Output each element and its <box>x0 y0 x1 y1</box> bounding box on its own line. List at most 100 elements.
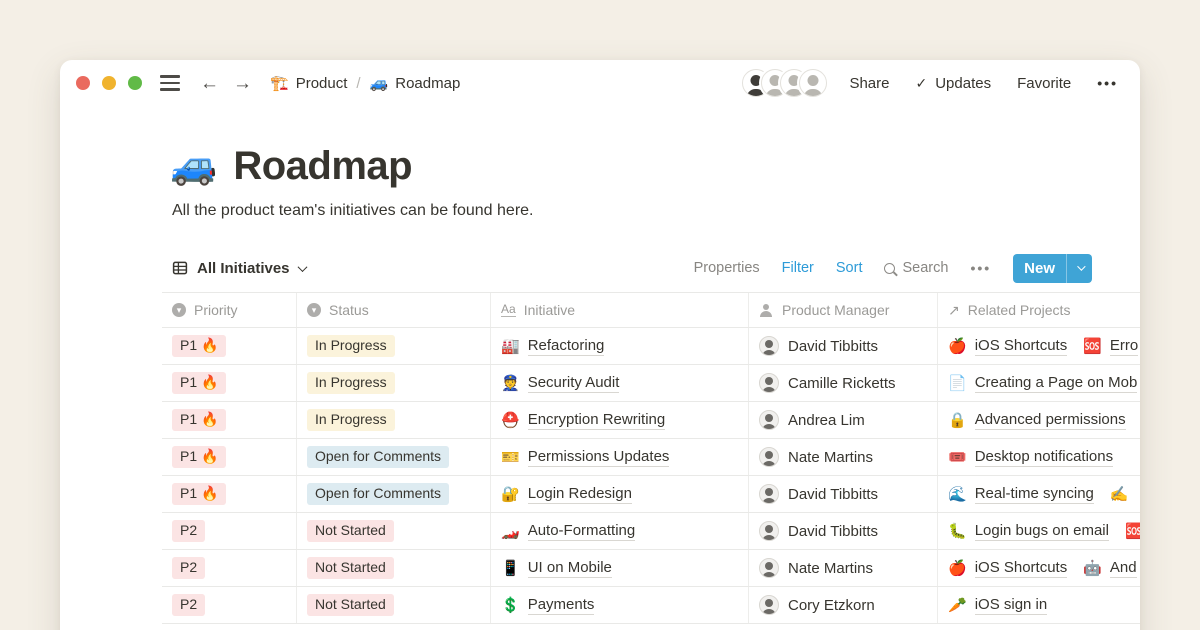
status-cell[interactable]: Not Started <box>297 587 491 623</box>
related-project-link[interactable]: 🆘Erro <box>1083 337 1138 356</box>
new-button[interactable]: New <box>1013 254 1092 283</box>
priority-cell[interactable]: P1 🔥 <box>162 365 297 401</box>
initiative-cell[interactable]: ⛑️Encryption Rewriting <box>491 402 749 438</box>
related-projects-cell[interactable]: 🌊Real-time syncing ✍️ <box>938 476 1140 512</box>
table-row: P1 🔥 In Progress 🏭Refactoring David Tibb… <box>162 328 1140 365</box>
share-button[interactable]: Share <box>849 75 889 92</box>
more-options-icon[interactable]: ••• <box>1097 75 1118 91</box>
back-arrow-icon[interactable]: ← <box>200 74 219 93</box>
status-cell[interactable]: Open for Comments <box>297 476 491 512</box>
related-project-link[interactable]: 🆘 <box>1125 522 1140 540</box>
priority-cell[interactable]: P2 <box>162 550 297 586</box>
priority-tag: P1 🔥 <box>172 409 226 432</box>
writing-hand-emoji: ✍️ <box>1110 485 1129 503</box>
priority-cell[interactable]: P1 🔥 <box>162 476 297 512</box>
toolbar-more-icon[interactable]: ••• <box>970 260 991 276</box>
hamburger-menu-icon[interactable] <box>160 75 180 90</box>
sos-emoji: 🆘 <box>1083 337 1102 355</box>
related-projects-cell[interactable]: 🎟️Desktop notifications <box>938 439 1140 475</box>
avatar <box>759 558 779 578</box>
close-window-button[interactable] <box>76 76 90 90</box>
initiative-link[interactable]: Login Redesign <box>528 485 632 504</box>
product-manager-cell[interactable]: Nate Martins <box>749 439 938 475</box>
related-project-link[interactable]: 🎟️Desktop notifications <box>948 448 1113 467</box>
updates-button[interactable]: ✓ Updates <box>915 75 991 92</box>
priority-cell[interactable]: P1 🔥 <box>162 439 297 475</box>
related-project-link[interactable]: 🍎iOS Shortcuts <box>948 337 1067 356</box>
related-project-link[interactable]: ✍️ <box>1110 485 1137 503</box>
new-button-dropdown[interactable] <box>1066 254 1092 283</box>
status-cell[interactable]: Open for Comments <box>297 439 491 475</box>
initiative-link[interactable]: Permissions Updates <box>528 448 670 467</box>
column-header-status[interactable]: ▾ Status <box>297 293 491 327</box>
initiative-cell[interactable]: 🔐Login Redesign <box>491 476 749 512</box>
initiative-link[interactable]: Security Audit <box>528 374 620 393</box>
related-project-link[interactable]: 🤖And <box>1083 559 1136 578</box>
column-header-initiative[interactable]: Aa Initiative <box>491 293 749 327</box>
product-manager-cell[interactable]: Cory Etzkorn <box>749 587 938 623</box>
related-project-label: Advanced permissions <box>975 411 1126 430</box>
product-manager-cell[interactable]: David Tibbitts <box>749 513 938 549</box>
related-project-link[interactable]: 🔒Advanced permissions <box>948 411 1126 430</box>
initiative-cell[interactable]: 🏎️Auto-Formatting <box>491 513 749 549</box>
priority-cell[interactable]: P2 <box>162 513 297 549</box>
initiative-cell[interactable]: 📱UI on Mobile <box>491 550 749 586</box>
related-projects-cell[interactable]: 🐛Login bugs on email 🆘 <box>938 513 1140 549</box>
product-manager-cell[interactable]: Nate Martins <box>749 550 938 586</box>
sort-button[interactable]: Sort <box>836 260 863 276</box>
related-project-link[interactable]: 🐛Login bugs on email <box>948 522 1109 541</box>
initiative-link[interactable]: UI on Mobile <box>528 559 612 578</box>
initiative-cell[interactable]: 💲Payments <box>491 587 749 623</box>
initiative-link[interactable]: Encryption Rewriting <box>528 411 666 430</box>
initiative-link[interactable]: Auto-Formatting <box>528 522 636 541</box>
related-project-link[interactable]: 📄Creating a Page on Mob <box>948 374 1137 393</box>
status-cell[interactable]: In Progress <box>297 402 491 438</box>
page-title[interactable]: Roadmap <box>233 142 412 190</box>
related-project-link[interactable]: 🌊Real-time syncing <box>948 485 1094 504</box>
initiative-link[interactable]: Refactoring <box>528 337 605 356</box>
view-switcher[interactable]: All Initiatives <box>172 260 306 277</box>
priority-cell[interactable]: P1 🔥 <box>162 402 297 438</box>
priority-cell[interactable]: P1 🔥 <box>162 328 297 364</box>
related-projects-cell[interactable]: 🍎iOS Shortcuts 🤖And <box>938 550 1140 586</box>
breadcrumb-item-roadmap[interactable]: 🚙 Roadmap <box>370 74 461 92</box>
product-manager-cell[interactable]: David Tibbitts <box>749 476 938 512</box>
related-project-link[interactable]: 🥕iOS sign in <box>948 596 1047 615</box>
product-manager-cell[interactable]: David Tibbitts <box>749 328 938 364</box>
page-icon-car-emoji[interactable]: 🚙 <box>170 147 217 185</box>
search-button[interactable]: Search <box>884 260 948 276</box>
zoom-window-button[interactable] <box>128 76 142 90</box>
forward-arrow-icon[interactable]: → <box>233 74 252 93</box>
initiative-cell[interactable]: 🎫Permissions Updates <box>491 439 749 475</box>
related-projects-cell[interactable]: 🍎iOS Shortcuts 🆘Erro <box>938 328 1140 364</box>
properties-button[interactable]: Properties <box>694 260 760 276</box>
filter-button[interactable]: Filter <box>782 260 814 276</box>
column-header-product-manager[interactable]: Product Manager <box>749 293 938 327</box>
related-project-link[interactable]: 🍎iOS Shortcuts <box>948 559 1067 578</box>
related-projects-cell[interactable]: 📄Creating a Page on Mob <box>938 365 1140 401</box>
breadcrumb: 🏗️ Product / 🚙 Roadmap <box>270 74 460 92</box>
priority-cell[interactable]: P2 <box>162 587 297 623</box>
favorite-button[interactable]: Favorite <box>1017 75 1071 92</box>
avatar <box>759 410 779 430</box>
breadcrumb-item-product[interactable]: 🏗️ Product <box>270 74 347 92</box>
column-header-related-projects[interactable]: ↗ Related Projects <box>938 293 1140 327</box>
related-projects-cell[interactable]: 🥕iOS sign in <box>938 587 1140 623</box>
viewer-avatars[interactable] <box>742 69 827 97</box>
status-cell[interactable]: Not Started <box>297 550 491 586</box>
view-toolbar: All Initiatives Properties Filter Sort S… <box>172 250 1092 286</box>
initiative-link[interactable]: Payments <box>528 596 595 615</box>
status-cell[interactable]: In Progress <box>297 365 491 401</box>
related-projects-cell[interactable]: 🔒Advanced permissions <box>938 402 1140 438</box>
column-label: Initiative <box>524 302 575 318</box>
product-manager-cell[interactable]: Andrea Lim <box>749 402 938 438</box>
initiative-cell[interactable]: 🏭Refactoring <box>491 328 749 364</box>
status-cell[interactable]: In Progress <box>297 328 491 364</box>
column-header-priority[interactable]: ▾ Priority <box>162 293 297 327</box>
page-subtitle[interactable]: All the product team's initiatives can b… <box>172 202 1140 220</box>
minimize-window-button[interactable] <box>102 76 116 90</box>
status-cell[interactable]: Not Started <box>297 513 491 549</box>
initiative-cell[interactable]: 👮Security Audit <box>491 365 749 401</box>
page-emoji: 📄 <box>948 374 967 392</box>
product-manager-cell[interactable]: Camille Ricketts <box>749 365 938 401</box>
